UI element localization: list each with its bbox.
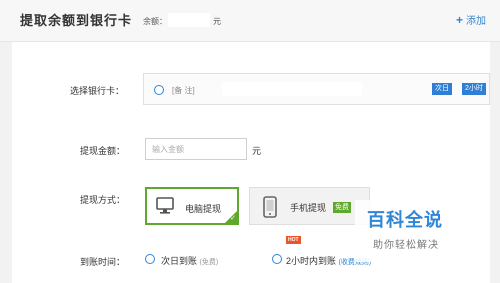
bank-card-label: 选择银行卡：: [70, 86, 125, 96]
free-tag: 免费: [333, 202, 351, 213]
right-margin: [490, 42, 500, 283]
next-day-label: 次日到账: [161, 256, 198, 266]
top-bar: 提取余额到银行卡 余额： 元 + 添加: [0, 0, 500, 42]
balance-value-redacted: [168, 13, 210, 27]
method-label: 提现方式：: [80, 195, 126, 205]
amount-label: 提现金额：: [80, 146, 126, 156]
monitor-icon: [156, 197, 174, 214]
next-day-option[interactable]: 次日到账 (免费): [161, 254, 218, 267]
pc-withdraw-label: 电脑提现: [185, 204, 222, 214]
bank-card-note: [备 注]: [172, 86, 195, 95]
balance-unit: 元: [213, 17, 221, 26]
hot-badge: HOT: [286, 236, 301, 244]
next-day-note: (免费): [199, 259, 219, 266]
page-title: 提取余额到银行卡: [20, 13, 133, 28]
phone-icon: [263, 196, 277, 218]
add-card-label: 添加: [466, 16, 487, 27]
amount-unit: 元: [252, 146, 262, 156]
add-card-button[interactable]: + 添加: [456, 12, 486, 27]
next-day-tag: 次日: [432, 83, 452, 95]
pc-withdraw-option[interactable]: 电脑提现 ✓: [145, 187, 239, 225]
mobile-withdraw-label: 手机提现: [290, 203, 327, 213]
two-hours-label: 2小时内到账: [286, 256, 337, 266]
watermark: 百科全说 助你轻松解决: [355, 200, 475, 262]
amount-input[interactable]: [145, 138, 247, 160]
plus-icon: +: [456, 13, 464, 27]
two-hours-radio[interactable]: [272, 254, 282, 264]
two-hour-tag: 2小时: [462, 83, 486, 95]
mobile-withdraw-option[interactable]: 手机提现 免费: [249, 187, 370, 225]
checkmark-icon: ✓: [230, 215, 236, 222]
watermark-subtitle: 助你轻松解决: [373, 240, 439, 251]
watermark-title: 百科全说: [367, 210, 443, 230]
bank-card-number-redacted: [222, 82, 362, 96]
bank-card-radio[interactable]: [154, 85, 164, 95]
left-margin: [0, 42, 12, 283]
arrival-label: 到账时间：: [80, 257, 126, 267]
next-day-radio[interactable]: [145, 254, 155, 264]
balance-label: 余额：: [143, 17, 167, 26]
bank-card-option[interactable]: [备 注] 次日 2小时: [143, 73, 490, 105]
